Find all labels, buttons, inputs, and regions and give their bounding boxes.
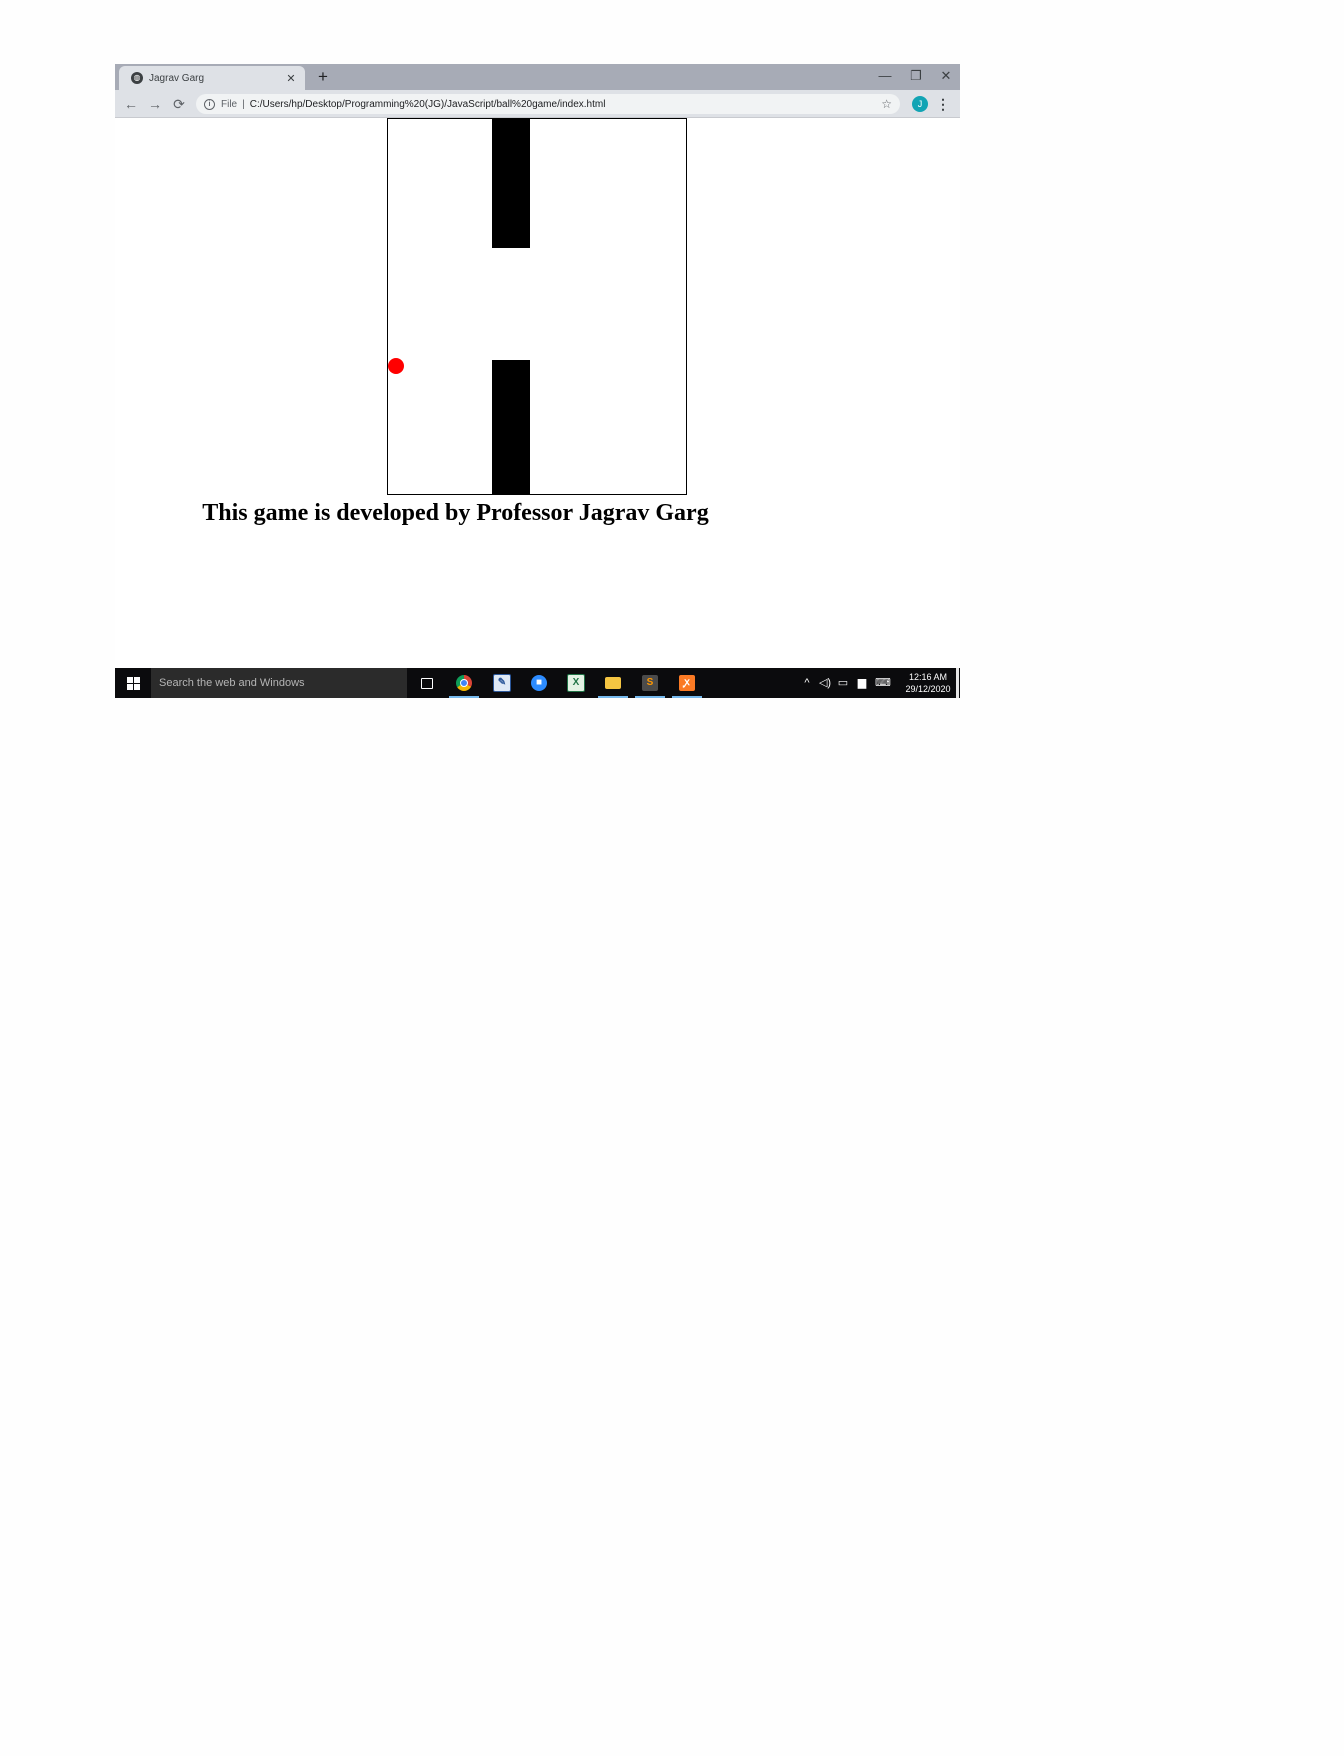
taskbar: Search the web and Windows ✎ ■ X S ꭙ ^ ◁… [115,668,960,698]
address-bar[interactable]: i File | C:/Users/hp/Desktop/Programming… [196,94,900,114]
chevron-up-icon[interactable]: ^ [801,668,813,698]
credit-label: This game is developed by Professor Jagr… [202,500,709,526]
url-text[interactable]: C:/Users/hp/Desktop/Programming%20(JG)/J… [250,99,606,110]
new-tab-button[interactable]: + [311,66,335,88]
browser-tab[interactable]: ◍ Jagrav Garg ✕ [119,66,305,90]
top-pipe [492,119,530,248]
profile-avatar[interactable]: J [912,96,928,112]
minimize-button[interactable]: — [870,64,900,90]
task-view-icon[interactable] [410,668,444,698]
tab-title: Jagrav Garg [149,72,205,84]
reload-icon[interactable]: ⟳ [169,94,189,114]
globe-icon: ◍ [131,72,143,84]
taskbar-clock[interactable]: 12:16 AM 29/12/2020 [898,671,958,695]
tab-strip: ◍ Jagrav Garg ✕ + — ❐ ✕ [115,64,960,90]
screenshot: ◍ Jagrav Garg ✕ + — ❐ ✕ ← → ⟳ i File | C… [115,64,960,698]
scheme-label: File [221,98,238,110]
bottom-pipe [492,360,530,494]
notification-icon[interactable]: ▆ [854,668,870,698]
network-icon[interactable]: ▭ [835,668,851,698]
running-indicator [635,696,665,698]
arrow-left-icon[interactable]: ← [121,94,141,114]
clock-date: 29/12/2020 [905,684,951,694]
tab-close-button[interactable]: ✕ [285,72,297,85]
volume-icon[interactable]: ◁) [817,668,833,698]
running-indicator [672,696,702,698]
folder-icon[interactable] [596,668,630,698]
credit-text: This game is developed by Professor Jagr… [115,496,960,530]
game-canvas[interactable] [387,118,687,495]
video-camera-icon[interactable]: ■ [522,668,556,698]
kebab-menu-icon[interactable]: ⋮ [936,94,950,114]
keyboard-icon[interactable]: ⌨ [873,668,893,698]
sublime-icon[interactable]: S [633,668,667,698]
star-icon[interactable]: ☆ [881,97,892,111]
browser-toolbar: ← → ⟳ i File | C:/Users/hp/Desktop/Progr… [115,90,960,118]
taskbar-search-input[interactable]: Search the web and Windows [151,668,407,698]
windows-logo-icon [126,676,140,690]
page-content: This game is developed by Professor Jagr… [115,118,960,666]
restore-button[interactable]: ❐ [901,64,931,90]
running-indicator [598,696,628,698]
window-close-button[interactable]: ✕ [931,64,961,90]
info-icon[interactable]: i [204,98,215,110]
clock-time: 12:16 AM [908,672,948,682]
start-button[interactable] [115,668,151,698]
ball [388,358,404,374]
running-indicator [449,696,479,698]
chrome-icon[interactable] [447,668,481,698]
scheme-separator: | [242,98,245,110]
show-desktop-button[interactable] [956,668,959,698]
spreadsheet-icon[interactable]: X [559,668,593,698]
xampp-icon[interactable]: ꭙ [670,668,704,698]
arrow-right-icon[interactable]: → [145,94,165,114]
notepad-icon[interactable]: ✎ [485,668,519,698]
